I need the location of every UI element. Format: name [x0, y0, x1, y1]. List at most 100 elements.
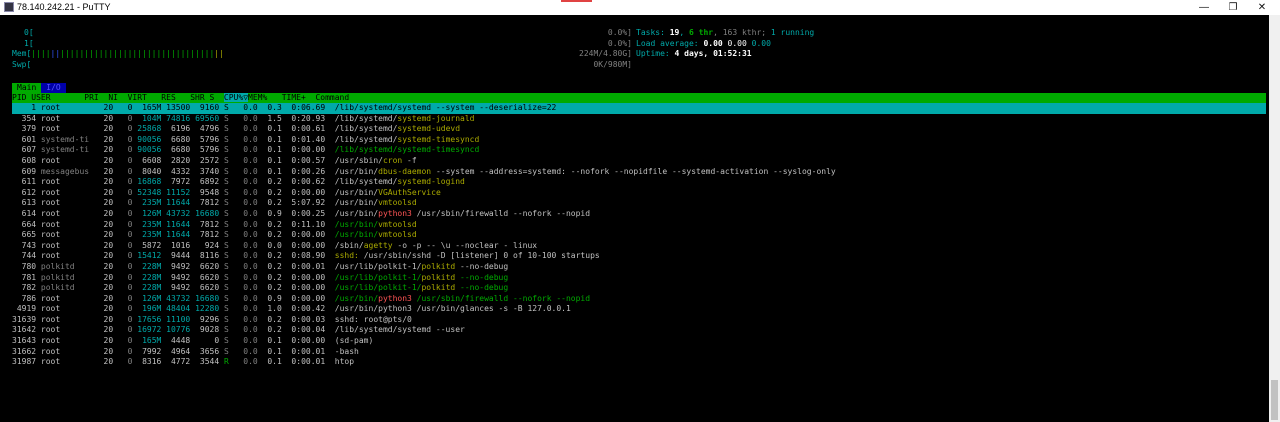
- state-cell: S: [219, 283, 229, 293]
- window-title: 78.140.242.21 - PuTTY: [17, 2, 111, 12]
- process-row[interactable]: 613 root 20 0 235M 11644 7812 S 0.0 0.2 …: [12, 198, 1266, 209]
- pri-cell: 20: [89, 304, 114, 314]
- column-header[interactable]: PID USER PRI NI VIRT RES SHR S CPU%▽MEM%…: [12, 93, 1266, 103]
- process-row[interactable]: 4919 root 20 0 196M 48404 12280 S 0.0 1.…: [12, 304, 1266, 315]
- process-row[interactable]: 782 polkitd 20 0 228M 9492 6620 S 0.0 0.…: [12, 283, 1266, 294]
- process-row[interactable]: 607 systemd-ti 20 0 90056 6680 5796 S 0.…: [12, 145, 1266, 156]
- process-row[interactable]: 608 root 20 0 6608 2820 2572 S 0.0 0.1 0…: [12, 156, 1266, 167]
- state-cell: S: [219, 198, 229, 208]
- state-cell: S: [219, 166, 229, 176]
- mem-cell: 0.2: [257, 230, 282, 240]
- state-cell: S: [219, 134, 229, 144]
- shr-cell: 7812: [190, 219, 220, 229]
- process-row[interactable]: 379 root 20 0 25868 6196 4796 S 0.0 0.1 …: [12, 124, 1266, 135]
- cpu-cell: 0.0: [228, 240, 258, 250]
- process-row[interactable]: 31639 root 20 0 17656 11100 9296 S 0.0 0…: [12, 315, 1266, 326]
- mem-cell: 0.2: [257, 272, 282, 282]
- state-cell: R: [219, 357, 229, 367]
- process-row[interactable]: 786 root 20 0 126M 43732 16680 S 0.0 0.9…: [12, 294, 1266, 305]
- tab-main[interactable]: Main: [12, 83, 42, 93]
- sort-column-cpu[interactable]: CPU%▽: [223, 93, 249, 102]
- process-row[interactable]: 612 root 20 0 52348 11152 9548 S 0.0 0.2…: [12, 188, 1266, 199]
- process-row[interactable]: 31642 root 20 0 16972 10776 9028 S 0.0 0…: [12, 325, 1266, 336]
- time-cell: 5:07.92: [281, 198, 335, 208]
- virt-cell: 196M: [132, 304, 162, 314]
- res-cell: 11644: [161, 230, 191, 240]
- shr-cell: 69560: [190, 113, 220, 123]
- command-part: sshd: root@pts/0: [334, 314, 412, 324]
- command-part: /sbin/: [334, 240, 364, 250]
- tasks-sep: ,: [679, 28, 689, 37]
- user-cell: systemd-ti: [40, 134, 90, 144]
- mem-label: Mem[: [12, 49, 32, 59]
- process-row[interactable]: 31662 root 20 0 7992 4964 3656 S 0.0 0.1…: [12, 347, 1266, 358]
- process-row[interactable]: 664 root 20 0 235M 11644 7812 S 0.0 0.2 …: [12, 220, 1266, 231]
- command-part: /usr/bin/python3 /usr/bin/glances -s -B …: [334, 304, 571, 314]
- pid-cell: 379: [12, 124, 41, 134]
- process-row[interactable]: 601 systemd-ti 20 0 90056 6680 5796 S 0.…: [12, 135, 1266, 146]
- pid-cell: 786: [12, 293, 41, 303]
- pid-cell: 31642: [12, 325, 41, 335]
- load-5m: 0.00: [727, 38, 747, 48]
- mem-cell: 0.2: [257, 283, 282, 293]
- mem-cell: 0.9: [257, 293, 282, 303]
- cpu-cell: 0.0: [228, 336, 258, 346]
- state-cell: S: [219, 251, 229, 261]
- process-row[interactable]: 614 root 20 0 126M 43732 16680 S 0.0 0.9…: [12, 209, 1266, 220]
- shr-cell: 9296: [190, 314, 220, 324]
- vertical-scrollbar[interactable]: [1269, 15, 1280, 422]
- putty-app-icon[interactable]: [4, 2, 14, 12]
- tasks-running: 1 running: [770, 28, 815, 37]
- process-row[interactable]: 780 polkitd 20 0 228M 9492 6620 S 0.0 0.…: [12, 262, 1266, 273]
- res-cell: 11152: [161, 187, 191, 197]
- command-part: -bash: [334, 346, 359, 356]
- res-cell: 11100: [161, 314, 191, 324]
- command-part: systemd-logind: [397, 177, 465, 187]
- shr-cell: 7812: [190, 230, 220, 240]
- ni-cell: 0: [113, 230, 133, 240]
- user-cell: root: [40, 293, 90, 303]
- pri-cell: 20: [89, 103, 114, 112]
- process-row[interactable]: 744 root 20 0 15412 9444 8116 S 0.0 0.2 …: [12, 251, 1266, 262]
- ni-cell: 0: [113, 134, 133, 144]
- maximize-button[interactable]: ❐: [1219, 0, 1247, 15]
- scrollbar-thumb[interactable]: [1271, 380, 1278, 420]
- command-part: polkitd: [421, 272, 456, 282]
- process-row[interactable]: 31643 root 20 0 165M 4448 0 S 0.0 0.1 0:…: [12, 336, 1266, 347]
- command-part: -f: [402, 155, 417, 165]
- command-part: (sd-pam): [334, 336, 374, 346]
- process-row[interactable]: 1 root 20 0 165M 13500 9160 S 0.0 0.3 0:…: [12, 103, 1266, 114]
- res-cell: 9492: [161, 272, 191, 282]
- res-cell: 4448: [161, 336, 191, 346]
- ni-cell: 0: [113, 103, 133, 112]
- ni-cell: 0: [113, 304, 133, 314]
- process-row[interactable]: 743 root 20 0 5872 1016 924 S 0.0 0.0 0:…: [12, 241, 1266, 252]
- tab-io[interactable]: I/O: [41, 83, 66, 93]
- user-cell: root: [40, 155, 90, 165]
- user-cell: polkitd: [40, 283, 90, 293]
- close-button[interactable]: ✕: [1248, 0, 1276, 15]
- res-cell: 9492: [161, 261, 191, 271]
- time-cell: 0:00.61: [281, 124, 335, 134]
- process-row[interactable]: 781 polkitd 20 0 228M 9492 6620 S 0.0 0.…: [12, 273, 1266, 284]
- res-cell: 7972: [161, 177, 191, 187]
- process-row[interactable]: 609 messagebus 20 0 8040 4332 3740 S 0.0…: [12, 167, 1266, 178]
- terminal-area[interactable]: 0[ 0.0%] 1[ 0.0%] Mem[||||||||||||||||||…: [0, 15, 1269, 422]
- process-row[interactable]: 611 root 20 0 16868 7972 6892 S 0.0 0.2 …: [12, 177, 1266, 188]
- process-row[interactable]: 665 root 20 0 235M 11644 7812 S 0.0 0.2 …: [12, 230, 1266, 241]
- process-row[interactable]: 31987 root 20 0 8316 4772 3544 R 0.0 0.1…: [12, 357, 1266, 368]
- shr-cell: 3740: [190, 166, 220, 176]
- mem-cell: 0.2: [257, 325, 282, 335]
- minimize-button[interactable]: —: [1190, 0, 1218, 15]
- pri-cell: 20: [89, 198, 114, 208]
- process-row[interactable]: 354 root 20 0 104M 74816 69560 S 0.0 1.5…: [12, 114, 1266, 125]
- command-part: /lib/systemd/systemd --user: [334, 325, 465, 335]
- cpu1-value: 0.0%]: [607, 38, 632, 48]
- time-cell: 0:00.00: [281, 240, 335, 250]
- pri-cell: 20: [89, 134, 114, 144]
- column-header-text[interactable]: PID USER PRI NI VIRT RES SHR S CPU%▽MEM%…: [12, 93, 1266, 103]
- load-prefix: Load average:: [636, 38, 704, 48]
- shr-cell: 3544: [190, 357, 220, 367]
- state-cell: S: [219, 145, 229, 155]
- mem-cell: 0.2: [257, 251, 282, 261]
